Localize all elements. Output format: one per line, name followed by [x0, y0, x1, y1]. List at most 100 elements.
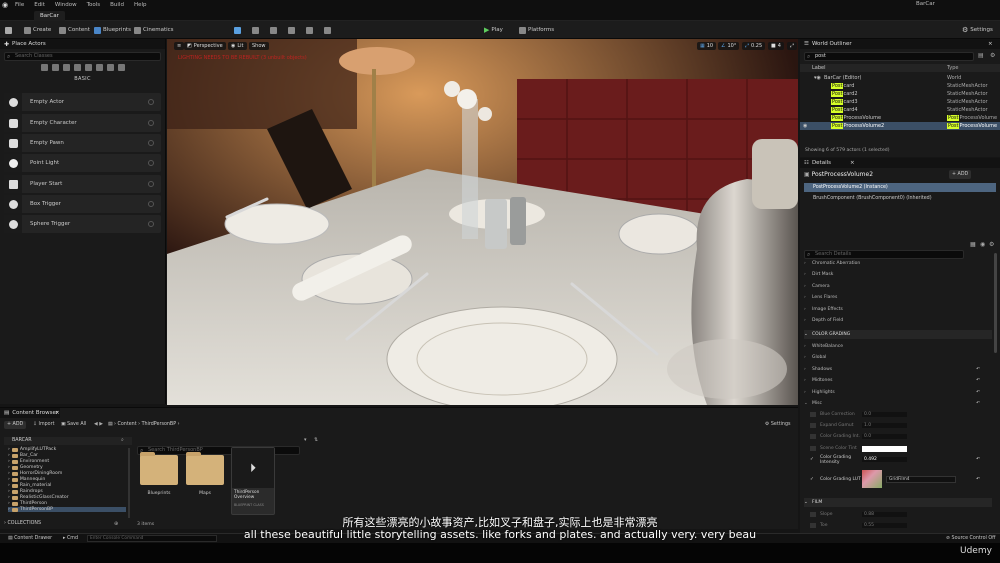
menu-file[interactable]: File [10, 2, 29, 8]
tree-item[interactable]: › Bar_Car [8, 453, 38, 458]
outliner-row[interactable]: Postcard4 StaticMeshActor [800, 106, 1000, 114]
menu-build[interactable]: Build [105, 2, 129, 8]
misc-row[interactable]: Blue Correction 0.0 [804, 410, 992, 419]
actor-point-light[interactable]: Point Light [4, 154, 161, 172]
row-value[interactable]: 0.0 [862, 412, 907, 417]
level-viewport[interactable] [167, 39, 798, 405]
checkbox[interactable] [810, 412, 816, 417]
details-row[interactable]: › Shadows ↶ [804, 365, 992, 374]
misc-row[interactable]: Expand Gamut 1.0 [804, 421, 992, 430]
menu-tools[interactable]: Tools [82, 2, 106, 8]
tree-item[interactable]: › Rain_material [8, 483, 51, 488]
checkmark-icon[interactable]: ✓ [810, 457, 816, 462]
checkmark-icon[interactable]: ✓ [810, 477, 816, 482]
basic-icon[interactable] [51, 64, 59, 71]
grid-snap-button[interactable]: ▦ 10 [697, 42, 717, 50]
search-icon[interactable]: ⌕ [121, 437, 124, 443]
breadcrumb-content[interactable]: Content [118, 422, 137, 427]
tree-scrollbar[interactable] [128, 448, 130, 518]
rotation-snap-button[interactable]: ∠ 10° [718, 42, 740, 50]
checkbox[interactable] [810, 423, 816, 428]
menu-window[interactable]: Window [50, 2, 82, 8]
tree-item[interactable]: › HorrorDiningRoom [8, 471, 62, 476]
help-icon[interactable] [148, 181, 154, 187]
help-icon[interactable] [148, 120, 154, 126]
scale-snap-button[interactable]: ⤢ 0.25 [742, 42, 766, 50]
close-icon[interactable]: × [55, 410, 60, 416]
checkbox[interactable] [810, 434, 816, 439]
camera-speed-button[interactable]: ■ 4 [768, 42, 784, 50]
foliage-mode-icon[interactable] [270, 25, 277, 35]
outliner-row[interactable]: PostProcessVolume PostProcessVolume [800, 114, 1000, 122]
reset-icon[interactable]: ↶ [976, 401, 980, 406]
settings-button[interactable]: ⚙ Settings [962, 25, 993, 35]
save-icon[interactable] [5, 25, 12, 35]
cinematic-icon[interactable] [73, 64, 81, 71]
actor-empty-character[interactable]: Empty Character [4, 114, 161, 132]
close-icon[interactable]: × [850, 160, 855, 166]
barcar-root[interactable]: BARCAR [4, 437, 132, 445]
tree-item[interactable]: › Raindrops [8, 489, 43, 494]
details-row[interactable]: › Global [804, 353, 992, 362]
row-value[interactable]: 0.492 [862, 457, 907, 462]
grid-view-icon[interactable]: ▦ [970, 241, 976, 248]
color-grading-section[interactable]: ⌄ COLOR GRADING [804, 330, 992, 339]
film-section[interactable]: ⌄ FILM [804, 498, 992, 507]
actor-player-start[interactable]: Player Start [4, 175, 161, 193]
help-icon[interactable] [148, 221, 154, 227]
menu-edit[interactable]: Edit [29, 2, 50, 8]
filter-icon[interactable]: ▤ [978, 52, 984, 59]
save-all-button[interactable]: ▣ Save All [61, 422, 86, 427]
details-row[interactable]: › Camera [804, 282, 992, 291]
folder-blueprints[interactable] [140, 452, 178, 485]
nav-history[interactable]: ◀ ▶ [94, 422, 103, 427]
menu-help[interactable]: Help [129, 2, 152, 8]
reset-icon[interactable]: ↶ [976, 367, 980, 372]
row-value[interactable]: 1.0 [862, 423, 907, 428]
filter-icon[interactable]: ▾ [304, 437, 307, 443]
fracture-mode-icon[interactable] [324, 25, 331, 35]
checkbox[interactable] [810, 446, 816, 451]
color-swatch[interactable] [862, 445, 907, 452]
lit-button[interactable]: ◉ Lit [228, 42, 247, 50]
search-classes-input[interactable]: Search Classes [4, 52, 161, 61]
actor-empty-actor[interactable]: Empty Actor [4, 93, 161, 111]
maximize-viewport-button[interactable]: ⤢ [787, 42, 798, 50]
viewport-menu-button[interactable]: ≡ [174, 42, 185, 50]
add-component-button[interactable]: + ADD [949, 170, 972, 179]
modeling-mode-icon[interactable] [306, 25, 313, 35]
import-button[interactable]: ⇩ Import [33, 422, 54, 427]
help-icon[interactable] [148, 99, 154, 105]
details-row[interactable]: › Depth of Field [804, 316, 992, 325]
lut-dropdown[interactable]: GridFilm4 [886, 475, 956, 483]
tree-item-selected[interactable]: › ThirdPersonBP [8, 507, 126, 512]
tree-item[interactable]: › Mannequin [8, 477, 45, 482]
tree-item[interactable]: › Environment [8, 459, 49, 464]
details-row[interactable]: › Chromatic Aberration [804, 259, 992, 268]
tree-item[interactable]: › AmplifyLUTPack [8, 447, 56, 452]
details-search-input[interactable]: Search Details [804, 250, 964, 259]
help-icon[interactable] [148, 160, 154, 166]
outliner-row[interactable]: Postcard3 StaticMeshActor [800, 98, 1000, 106]
actor-box-trigger[interactable]: Box Trigger [4, 195, 161, 213]
lights-icon[interactable] [62, 64, 70, 71]
asset-search-input[interactable]: Search ThirdPersonBP [137, 446, 300, 455]
actor-sphere-trigger[interactable]: Sphere Trigger [4, 215, 161, 233]
tree-item[interactable]: › Geometry [8, 465, 43, 470]
misc-row[interactable]: ✓ Color Grading Intensity 0.492 ↶ [804, 455, 992, 465]
col-label[interactable]: Label [812, 65, 826, 71]
details-row[interactable]: › WhiteBalance [804, 342, 992, 351]
visual-effects-icon[interactable] [84, 64, 92, 71]
mesh-paint-icon[interactable] [288, 25, 295, 35]
sort-icon[interactable]: ⇅ [314, 437, 318, 443]
level-tab[interactable]: BarCar [34, 11, 65, 21]
breadcrumb-thirdpersonbp[interactable]: ThirdPersonBP [142, 422, 177, 427]
details-row[interactable]: › Image Effects [804, 305, 992, 314]
blueprints-button[interactable]: Blueprints [94, 25, 131, 35]
details-scrollbar[interactable] [994, 253, 997, 353]
geometry-icon[interactable] [95, 64, 103, 71]
add-button[interactable]: + ADD [4, 421, 27, 429]
volumes-icon[interactable] [106, 64, 114, 71]
all-classes-icon[interactable] [117, 64, 125, 71]
tree-item[interactable]: › ThirdPerson [8, 501, 47, 506]
